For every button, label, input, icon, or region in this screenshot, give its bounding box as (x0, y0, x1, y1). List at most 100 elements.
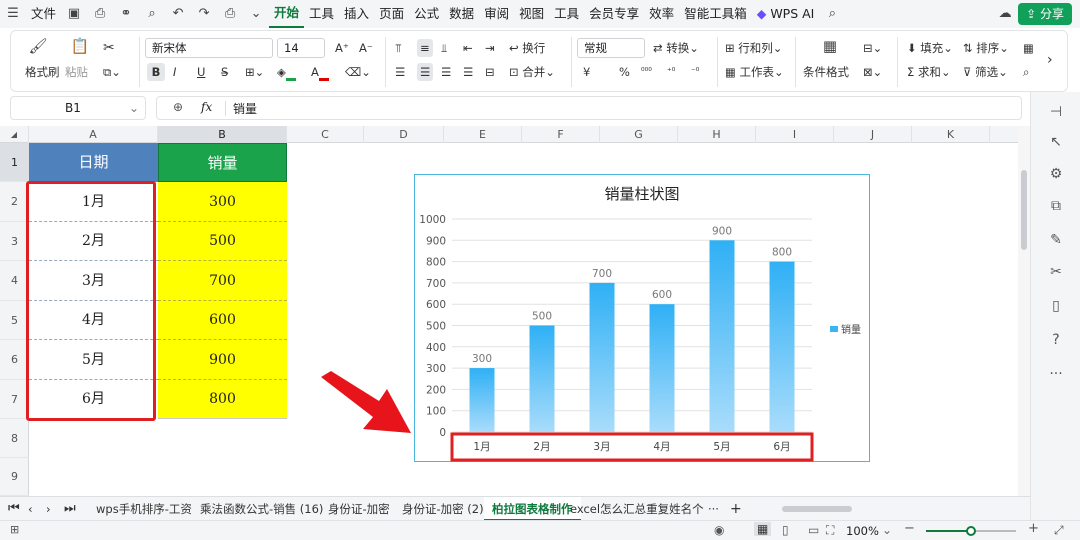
align-center-icon[interactable]: ☰ (417, 63, 434, 81)
cell-reference-box[interactable]: B1 ⌄ (10, 96, 146, 120)
scroll-thumb[interactable] (1021, 170, 1027, 250)
align-top-icon[interactable]: ⫪ (395, 39, 402, 57)
col-header-k[interactable]: K (912, 126, 990, 143)
first-sheet-icon[interactable]: ⏮ (4, 497, 24, 521)
tab-data[interactable]: 数据 (444, 0, 479, 28)
col-header-j[interactable]: J (834, 126, 912, 143)
tab-tools-2[interactable]: 工具 (549, 0, 584, 28)
more-chevron-icon[interactable]: ⌄ (246, 4, 266, 24)
number-format-select[interactable]: 常规 (577, 38, 645, 58)
print-preview-icon[interactable]: ⌕ (142, 4, 162, 24)
search-icon[interactable]: ⌕ (822, 4, 842, 24)
align-left-icon[interactable]: ☰ (395, 63, 405, 81)
cell-sales[interactable]: 500 (158, 222, 287, 261)
tab-view[interactable]: 视图 (514, 0, 549, 28)
eraser-icon[interactable]: ⌫⌄ (345, 63, 371, 81)
tab-home[interactable]: 开始 (269, 0, 305, 28)
undo-icon[interactable]: ↶ (168, 4, 188, 24)
filter-button[interactable]: ⊽ 筛选⌄ (963, 63, 1008, 81)
vertical-scrollbar[interactable] (1018, 126, 1030, 496)
cell-grid[interactable]: 日期 销量 1月 2月 3月 4月 5月 6月 300 500 700 600 … (26, 143, 1018, 496)
fx-icon[interactable]: fx (201, 100, 212, 114)
row-header-2[interactable]: 2 (0, 182, 29, 222)
decimal-decrease-icon[interactable]: ⁻⁰ (691, 63, 699, 81)
zoom-dropdown-icon[interactable]: ⌄ (882, 523, 892, 537)
cell-b1-header-sales[interactable]: 销量 (158, 143, 287, 182)
row-header-7[interactable]: 7 (0, 380, 29, 419)
normal-view-icon[interactable]: ▦ (754, 522, 772, 536)
format-painter-icon[interactable]: 🖌 (27, 37, 49, 59)
ribbon-scroll-right-icon[interactable]: › (1047, 51, 1053, 69)
tools-icon[interactable]: ✂ (1046, 262, 1066, 282)
cell-sales[interactable]: 600 (158, 301, 287, 340)
more-icon[interactable]: ··· (1046, 364, 1066, 384)
zoom-out-icon[interactable]: − (904, 521, 915, 536)
col-header-e[interactable]: E (444, 126, 522, 143)
tab-review[interactable]: 审阅 (479, 0, 514, 28)
font-name-select[interactable]: 新宋体 (145, 38, 273, 58)
font-color-icon[interactable]: A (311, 63, 329, 81)
paste-button[interactable]: 粘贴 (65, 63, 88, 81)
col-header-d[interactable]: D (364, 126, 444, 143)
share-button[interactable]: ⇪ 分享 (1018, 3, 1072, 25)
underline-button[interactable]: U (197, 63, 205, 81)
scroll-thumb[interactable] (782, 506, 852, 512)
next-sheet-icon[interactable]: › (42, 497, 55, 521)
border-icon[interactable]: ⊞⌄ (245, 63, 264, 81)
menu-icon[interactable]: ☰ (3, 4, 23, 24)
select-all-corner[interactable]: ◢ (0, 126, 29, 143)
prev-sheet-icon[interactable]: ‹ (24, 497, 37, 521)
horizontal-scrollbar[interactable] (766, 505, 1002, 513)
zoom-slider[interactable] (926, 526, 1016, 536)
row-header-9[interactable]: 9 (0, 458, 29, 496)
row-header-3[interactable]: 3 (0, 222, 29, 261)
help-icon[interactable]: ? (1046, 330, 1066, 350)
last-sheet-icon[interactable]: ⏭ (60, 497, 80, 521)
select-cursor-icon[interactable]: ↖ (1046, 132, 1066, 152)
wps-ai-button[interactable]: ◆ WPS AI (752, 0, 820, 28)
copy-icon[interactable]: ⧉⌄ (103, 63, 121, 81)
row-header-6[interactable]: 6 (0, 340, 29, 380)
page-layout-icon[interactable]: ▯ (782, 523, 789, 537)
sheet-tab[interactable]: 身份证-加密 (2) (394, 497, 492, 521)
add-sheet-icon[interactable]: + (726, 497, 746, 521)
fit-window-icon[interactable]: ⤢ (1054, 523, 1064, 538)
thousands-icon[interactable]: ⁰⁰⁰ (641, 63, 652, 81)
cell-border-icon[interactable]: ⊠⌄ (863, 63, 882, 81)
wrap-text-button[interactable]: ↩ 换行 (509, 39, 545, 57)
percent-button[interactable]: % (619, 63, 630, 81)
merge-button[interactable]: ⊡ 合并⌄ (509, 63, 555, 81)
align-bottom-icon[interactable]: ⫫ (441, 39, 447, 57)
more-sheets-icon[interactable]: ··· (704, 497, 723, 521)
tab-member[interactable]: 会员专享 (584, 0, 644, 28)
conditional-format-icon[interactable]: ▦ (819, 37, 841, 59)
sort-button[interactable]: ⇅ 排序⌄ (963, 39, 1009, 57)
tab-smart-toolbox[interactable]: 智能工具箱 (679, 0, 752, 28)
row-header-5[interactable]: 5 (0, 301, 29, 340)
sheet-tab[interactable]: excel怎么汇总重复姓名个数 (568, 497, 704, 521)
macro-record-icon[interactable]: ⊞ (10, 523, 19, 536)
sheet-tab[interactable]: wps手机排序-工资 (88, 497, 200, 521)
format-painter-button[interactable]: 格式刷 (25, 63, 60, 81)
save-icon[interactable]: ▣ (64, 4, 84, 24)
sales-bar-chart[interactable]: 销量柱状图 0 100 200 300 400 500 600 700 800 900 1000 3… (414, 174, 870, 462)
sheet-tab[interactable]: 身份证-加密 (320, 497, 398, 521)
conditional-format-button[interactable]: 条件格式 (803, 63, 849, 81)
tab-efficiency[interactable]: 效率 (644, 0, 679, 28)
print-icon[interactable]: ⎙ (220, 4, 240, 24)
indent-left-icon[interactable]: ⇤ (463, 39, 473, 57)
share-link-icon[interactable]: ⚭ (116, 4, 136, 24)
paste-panel-icon[interactable]: ⧉ (1046, 196, 1066, 216)
cell-a1-header-date[interactable]: 日期 (29, 143, 158, 182)
zoom-slider-thumb[interactable] (966, 526, 976, 536)
row-header-8[interactable]: 8 (0, 419, 29, 458)
convert-button[interactable]: ⇄ 转换⌄ (653, 39, 699, 57)
zoom-in-icon[interactable]: + (1028, 521, 1039, 536)
sheet-tab-active[interactable]: 柏拉图表格制作 (484, 497, 581, 521)
cell-sales[interactable]: 800 (158, 380, 287, 419)
font-grow-icon[interactable]: A⁺ (335, 39, 349, 57)
style-icon[interactable]: ✎ (1046, 230, 1066, 250)
tab-page[interactable]: 页面 (374, 0, 409, 28)
align-right-icon[interactable]: ☰ (441, 63, 451, 81)
currency-button[interactable]: ¥ (583, 63, 590, 81)
